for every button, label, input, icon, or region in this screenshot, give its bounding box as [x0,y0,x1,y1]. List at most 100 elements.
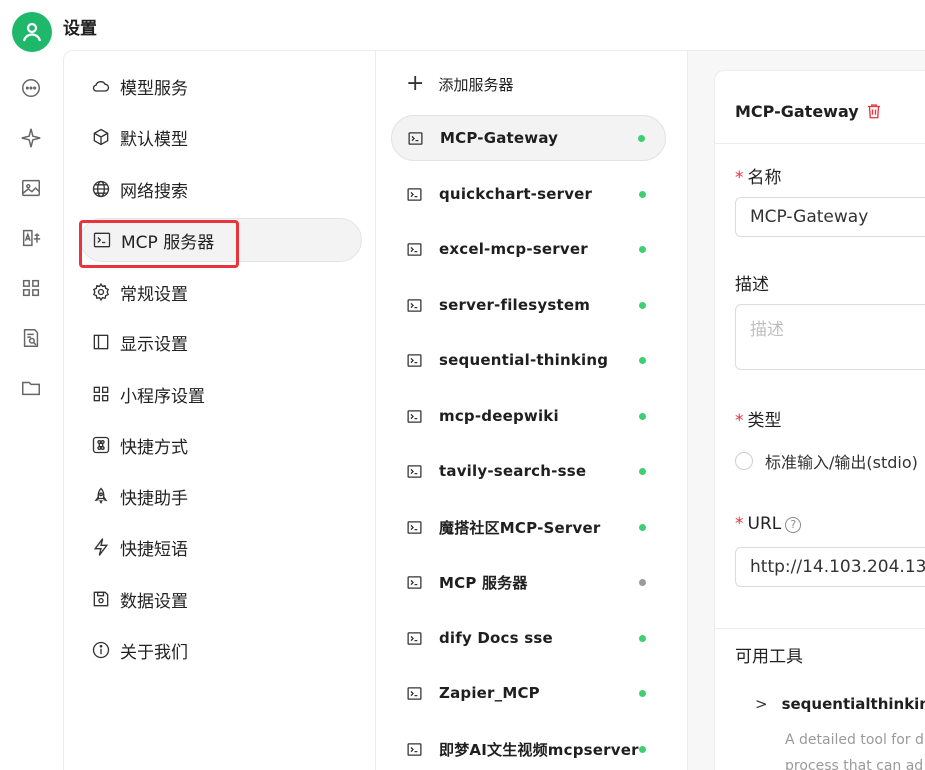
server-item[interactable]: sequential-thinking [391,337,666,383]
server-name: quickchart-server [439,185,593,203]
nav-item-label: 默认模型 [120,129,188,150]
server-detail: MCP-Gateway * 名称 MCP-Gateway 描述 描述 * 类型 标准… [714,70,925,770]
server-name: MCP 服务器 [439,573,528,592]
type-radio-stdio[interactable]: 标准输入/输出(stdio) [735,449,918,473]
settings-nav: 模型服务 默认模型 网络搜索 MCP 服务器 常规设置 显示设置 小程序设置 快… [64,51,376,770]
description-textarea[interactable]: 描述 [735,304,925,370]
radio-label: 标准输入/输出(stdio) [765,453,918,472]
nav-item-about[interactable]: 关于我们 [80,628,362,672]
nav-item-web-search[interactable]: 网络搜索 [80,167,362,211]
server-item[interactable]: MCP 服务器 [391,559,666,605]
chat-icon[interactable] [19,76,43,100]
server-name: 魔搭社区MCP-Server [439,518,601,537]
avatar[interactable] [12,12,52,52]
server-item[interactable]: excel-mcp-server [391,226,666,272]
server-item[interactable]: mcp-deepwiki [391,393,666,439]
sparkle-icon[interactable] [19,126,43,150]
tools-label: 可用工具 [735,647,803,667]
server-item[interactable]: dify Docs sse [391,615,666,661]
status-dot [639,523,646,531]
detail-title: MCP-Gateway [735,102,859,121]
type-label: * 类型 [735,411,782,431]
nav-item-label: MCP 服务器 [121,232,215,253]
server-name: tavily-search-sse [439,462,587,480]
terminal-icon [405,185,423,203]
server-item[interactable]: server-filesystem [391,282,666,328]
nav-item-label: 常规设置 [120,284,188,305]
server-name: dify Docs sse [439,629,553,647]
status-dot [638,134,645,142]
status-dot [639,356,646,364]
nav-item-general-settings[interactable]: 常规设置 [80,270,362,314]
required-mark: * [735,411,744,431]
app-title: 设置 [63,19,97,39]
nav-item-label: 数据设置 [120,591,188,612]
terminal-icon [91,229,113,251]
server-item[interactable]: 魔搭社区MCP-Server [391,504,666,550]
nav-item-shortcuts[interactable]: 快捷方式 [80,423,362,467]
plus-icon: + [406,71,425,96]
status-dot [639,301,646,309]
nav-item-data-settings[interactable]: 数据设置 [80,577,362,621]
add-server-button[interactable]: + 添加服务器 [406,73,513,95]
zap-icon [90,536,112,558]
globe-icon [90,178,112,200]
terminal-icon [405,518,423,536]
tool-item[interactable]: > sequentialthinking [755,695,925,713]
grid-icon [90,383,112,405]
terminal-icon [405,684,423,702]
nav-item-label: 关于我们 [120,642,188,663]
server-item[interactable]: Zapier_MCP [391,670,666,716]
image-icon[interactable] [19,176,43,200]
terminal-icon [405,462,423,480]
terminal-icon [405,629,423,647]
server-name: 即梦AI文生视频mcpserver [439,740,639,759]
layout-icon [90,331,112,353]
name-label: * 名称 [735,168,782,188]
terminal-icon [405,351,423,369]
radio-circle [735,452,753,470]
server-item[interactable]: MCP-Gateway [391,115,666,161]
nav-item-display-settings[interactable]: 显示设置 [80,320,362,364]
nav-item-quick-assistant[interactable]: 快捷助手 [80,474,362,518]
doc-search-icon[interactable] [19,326,43,350]
folder-icon[interactable] [19,376,43,400]
terminal-icon [405,407,423,425]
nav-item-label: 快捷方式 [120,437,188,458]
translate-icon[interactable] [19,226,43,250]
nav-item-mcp-servers[interactable]: MCP 服务器 [80,218,362,262]
help-icon[interactable]: ? [785,517,802,533]
required-mark: * [735,514,744,534]
info-icon [90,639,112,661]
server-item[interactable]: tavily-search-sse [391,448,666,494]
server-list: + 添加服务器 MCP-Gateway quickchart-server exce… [376,51,688,770]
description-label: 描述 [735,275,769,295]
nav-item-label: 快捷短语 [120,539,188,560]
nav-item-default-model[interactable]: 默认模型 [80,115,362,159]
nav-item-quick-phrases[interactable]: 快捷短语 [80,525,362,569]
divider [715,628,925,629]
status-dot [639,245,646,253]
server-name: server-filesystem [439,296,591,314]
nav-item-label: 快捷助手 [120,488,188,509]
tool-name: sequentialthinking [781,695,925,713]
trash-icon[interactable] [865,102,883,120]
nav-item-label: 网络搜索 [120,181,188,202]
terminal-icon [406,129,424,147]
gear-icon [90,281,112,303]
nav-item-label: 小程序设置 [120,386,205,407]
status-dot [639,412,646,420]
server-item[interactable]: quickchart-server [391,171,666,217]
nav-item-label: 显示设置 [120,334,188,355]
apps-grid-icon[interactable] [19,276,43,300]
url-input[interactable]: http://14.103.204.132:8 [735,547,925,587]
name-input[interactable]: MCP-Gateway [735,197,925,237]
server-item[interactable]: 即梦AI文生视频mcpserver [391,726,666,770]
terminal-icon [405,296,423,314]
server-name: MCP-Gateway [440,129,559,147]
server-name: Zapier_MCP [439,684,540,702]
server-name: sequential-thinking [439,351,609,369]
nav-item-miniapp-settings[interactable]: 小程序设置 [80,372,362,416]
nav-item-model-service[interactable]: 模型服务 [80,64,362,108]
add-server-label: 添加服务器 [438,75,514,94]
